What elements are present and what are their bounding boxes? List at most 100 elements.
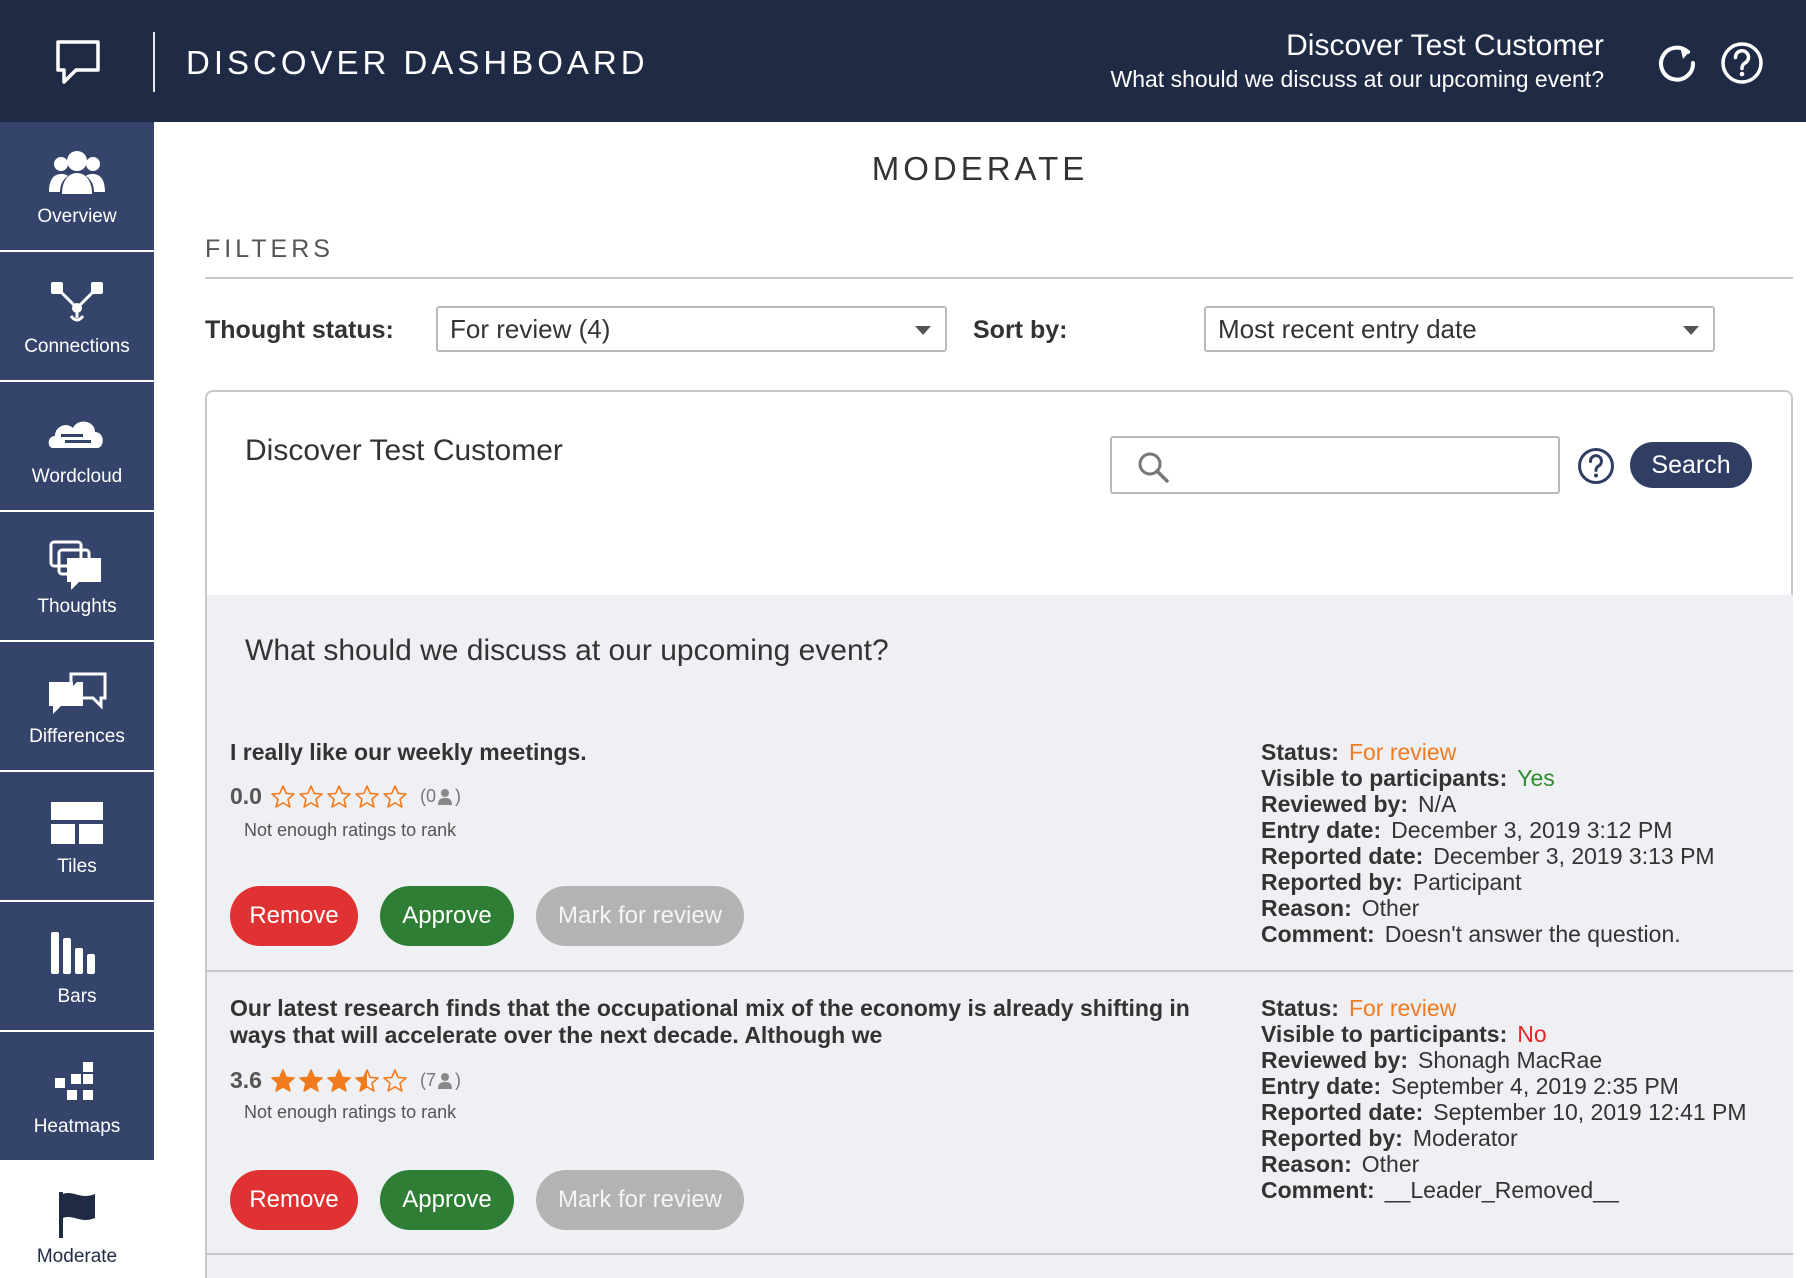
star-icon — [355, 784, 379, 808]
sidebar-item-bars[interactable]: Bars — [0, 902, 154, 1030]
thought-text: I really like our weekly meetings. — [230, 739, 587, 765]
rating-count-value: 0 — [425, 786, 436, 806]
star-rating — [270, 1068, 410, 1094]
search-field[interactable] — [1110, 436, 1560, 494]
status-value: For review — [1348, 739, 1457, 765]
sidebar-item-differences[interactable]: Differences — [0, 642, 154, 770]
star-icon — [383, 784, 407, 808]
sidebar-item-tiles[interactable]: Tiles — [0, 772, 154, 900]
thought-status-label: Thought status: — [205, 316, 394, 344]
rating-count: (7) — [419, 1070, 461, 1090]
thought-status-select[interactable]: For review (4) — [436, 306, 947, 352]
reviewed-value: N/A — [1418, 791, 1457, 817]
meta-label: Comment: — [1261, 921, 1375, 947]
reported-by-value: Participant — [1412, 869, 1522, 895]
header-customer-name: Discover Test Customer — [1286, 29, 1604, 62]
meta-label: Reported by: — [1261, 1125, 1403, 1151]
star-icon — [271, 1068, 295, 1092]
meta-label: Reason: — [1261, 1151, 1352, 1177]
search-input[interactable] — [1182, 446, 1542, 484]
remove-button[interactable]: Remove — [230, 886, 358, 946]
meta-label: Reported by: — [1261, 869, 1403, 895]
star-icon — [299, 784, 323, 808]
sidebar-item-thoughts[interactable]: Thoughts — [0, 512, 154, 640]
chevron-down-icon — [1683, 326, 1699, 335]
meta-label: Visible to participants: — [1261, 1021, 1508, 1047]
header-question: What should we discuss at our upcoming e… — [1110, 66, 1605, 92]
sidebar-item-overview[interactable]: Overview — [0, 122, 154, 250]
reason-value: Other — [1361, 1151, 1420, 1177]
search-button[interactable]: Search — [1630, 442, 1752, 488]
thought-text: Our latest research finds that the occup… — [230, 995, 1190, 1048]
mark-for-review-button[interactable]: Mark for review — [536, 1170, 744, 1230]
sidebar-item-wordcloud[interactable]: Wordcloud — [0, 382, 154, 510]
meta-label: Reason: — [1261, 895, 1352, 921]
reviewed-value: Shonagh MacRae — [1418, 1047, 1603, 1073]
mark-for-review-button[interactable]: Mark for review — [536, 886, 744, 946]
comment-value: __Leader_Removed__ — [1384, 1177, 1619, 1203]
star-icon — [355, 1068, 379, 1092]
help-icon[interactable] — [1719, 40, 1765, 86]
meta-label: Status: — [1261, 995, 1339, 1021]
sidebar-item-label: Wordcloud — [31, 466, 123, 487]
reported-date-value: September 10, 2019 12:41 PM — [1433, 1099, 1747, 1125]
rank-note: Not enough ratings to rank — [244, 820, 457, 840]
thought-meta: Status: For review Visible to participant… — [1261, 739, 1715, 947]
approve-button[interactable]: Approve — [380, 886, 514, 946]
chat-logo-icon — [56, 40, 100, 84]
meta-label: Entry date: — [1261, 1073, 1382, 1099]
rating-count: (0) — [419, 786, 461, 806]
app-title: DISCOVER DASHBOARD — [186, 44, 649, 81]
sidebar-item-label: Heatmaps — [33, 1116, 121, 1137]
sidebar-item-label: Thoughts — [37, 596, 117, 617]
sidebar-item-label: Moderate — [36, 1246, 118, 1267]
sidebar-item-connections[interactable]: Connections — [0, 252, 154, 380]
meta-label: Reviewed by: — [1261, 791, 1408, 817]
rating-score: 3.6 — [230, 1067, 262, 1093]
approve-button[interactable]: Approve — [380, 1170, 514, 1230]
group-icon — [49, 151, 105, 194]
refresh-icon[interactable] — [1654, 40, 1700, 86]
comment-value: Doesn't answer the question. — [1384, 921, 1681, 947]
sidebar-item-label: Bars — [57, 986, 97, 1007]
sidebar-item-label: Connections — [24, 336, 130, 357]
rank-note: Not enough ratings to rank — [244, 1102, 457, 1122]
flag-icon — [59, 1192, 95, 1238]
sidebar-item-label: Overview — [37, 206, 117, 227]
thought-status-value: For review (4) — [450, 314, 611, 344]
reported-by-value: Moderator — [1412, 1125, 1518, 1151]
wordcloud-icon — [48, 421, 103, 448]
top-header: DISCOVER DASHBOARD Discover Test Custome… — [0, 0, 1806, 122]
panel-question: What should we discuss at our upcoming e… — [245, 634, 889, 667]
search-help-icon[interactable] — [1576, 446, 1616, 486]
star-icon — [271, 784, 295, 808]
meta-label: Status: — [1261, 739, 1339, 765]
tiles-icon — [51, 802, 103, 844]
meta-label: Comment: — [1261, 1177, 1375, 1203]
sidebar-item-heatmaps[interactable]: Heatmaps — [0, 1032, 154, 1160]
reported-date-value: December 3, 2019 3:13 PM — [1433, 843, 1715, 869]
star-icon — [327, 1068, 351, 1092]
thoughts-icon — [49, 540, 101, 590]
panel-customer-name: Discover Test Customer — [245, 434, 563, 467]
header-context: Discover Test Customer What should we di… — [1111, 28, 1605, 94]
status-value: For review — [1348, 995, 1457, 1021]
filters-heading: FILTERS — [205, 235, 334, 263]
heatmaps-icon — [55, 1062, 93, 1100]
sidebar: Overview Connections Wordcloud Thoughts — [0, 122, 154, 1278]
rating-score: 0.0 — [230, 783, 262, 809]
entry-date-value: December 3, 2019 3:12 PM — [1391, 817, 1673, 843]
remove-button[interactable]: Remove — [230, 1170, 358, 1230]
meta-label: Visible to participants: — [1261, 765, 1508, 791]
sort-by-select[interactable]: Most recent entry date — [1204, 306, 1715, 352]
star-icon — [327, 784, 351, 808]
bars-icon — [51, 932, 95, 974]
star-rating — [270, 784, 410, 810]
page-title: MODERATE — [871, 150, 1089, 187]
visible-value: Yes — [1517, 765, 1555, 791]
differences-icon — [49, 672, 107, 714]
thought-rating: 0.0 (0) — [230, 783, 461, 810]
person-icon — [438, 1072, 452, 1089]
entry-date-value: September 4, 2019 2:35 PM — [1391, 1073, 1679, 1099]
sidebar-item-moderate[interactable]: Moderate — [0, 1162, 154, 1278]
